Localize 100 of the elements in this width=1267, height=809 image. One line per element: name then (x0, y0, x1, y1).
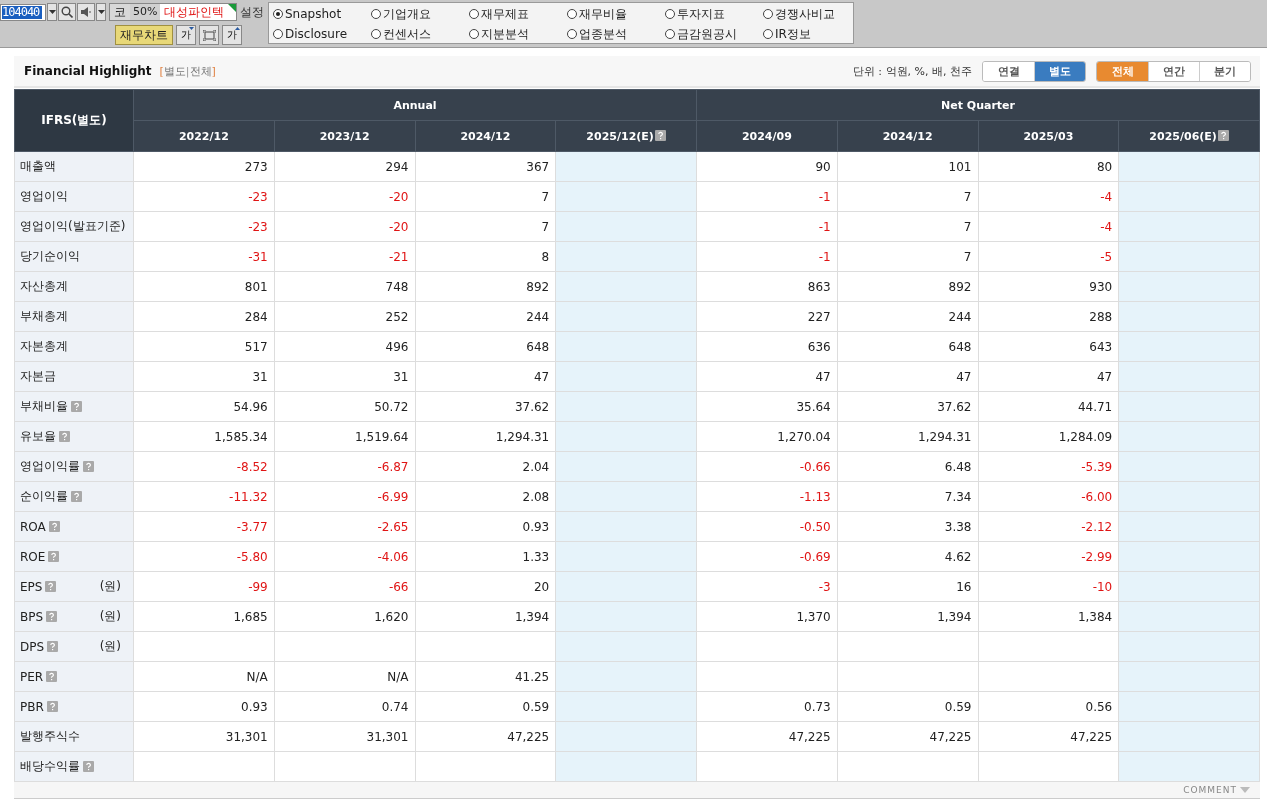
table-header-cell: 2024/12 (837, 120, 978, 152)
table-cell: -2.65 (274, 511, 415, 542)
table-cell: 7.34 (837, 481, 978, 512)
table-cell: 6.48 (837, 451, 978, 482)
font-large-label: 가 (227, 28, 237, 42)
table-cell: 284 (133, 301, 275, 332)
table-cell: 367 (415, 151, 556, 182)
table-cell: 1,585.34 (133, 421, 275, 452)
stock-code-field[interactable]: 104040 (0, 3, 46, 21)
table-cell: 1.33 (415, 541, 556, 572)
search-icon (61, 6, 73, 18)
radio-button[interactable] (371, 29, 381, 39)
menu-label[interactable]: Disclosure (285, 27, 347, 41)
table-cell: 2.08 (415, 481, 556, 512)
font-size-button[interactable]: 가 (222, 25, 242, 45)
table-cell: 37.62 (837, 391, 978, 422)
radio-button[interactable] (567, 9, 577, 19)
table-cell: -1 (696, 241, 838, 272)
menu-label[interactable]: IR정보 (775, 25, 811, 43)
menu-label[interactable]: 투자지표 (677, 5, 725, 23)
dropdown-button[interactable] (47, 3, 57, 21)
radio-button[interactable] (371, 9, 381, 19)
menu-label[interactable]: 금감원공시 (677, 25, 737, 43)
table-cell: -23 (133, 181, 275, 212)
table-cell: 54.96 (133, 391, 275, 422)
unit-label: (원) (99, 578, 121, 595)
basis-tab[interactable]: 연결 (983, 61, 1034, 81)
table-cell: 1,270.04 (696, 421, 838, 452)
radio-button[interactable] (273, 9, 283, 19)
table-cell: 16 (837, 571, 978, 602)
menu-label[interactable]: 업종분석 (579, 25, 627, 43)
radio-button[interactable] (469, 29, 479, 39)
table-cell: 101 (837, 151, 978, 182)
menu-label[interactable]: 재무비율 (579, 5, 627, 23)
table-cell: 0.74 (274, 691, 415, 722)
speaker-button[interactable] (77, 3, 95, 21)
table-cell: -23 (133, 211, 275, 242)
unit-label: (원) (99, 608, 121, 625)
table-cell: 47,225 (696, 721, 838, 752)
table-cell: 244 (415, 301, 556, 332)
table-cell: 1,284.09 (978, 421, 1119, 452)
radio-button[interactable] (469, 9, 479, 19)
row-label: 당기순이익 (20, 248, 80, 265)
table-cell: -6.99 (274, 481, 415, 512)
radio-button[interactable] (665, 29, 675, 39)
table-cell: 50.72 (274, 391, 415, 422)
radio-button[interactable] (567, 29, 577, 39)
period-tab[interactable]: 분기 (1199, 61, 1250, 81)
table-cell: -20 (274, 181, 415, 212)
table-cell: 0.59 (415, 691, 556, 722)
view-mode-label: [별도|전체] (159, 63, 216, 79)
row-label: 영업이익률 (20, 458, 80, 475)
help-icon (654, 129, 666, 141)
radio-button[interactable] (763, 9, 773, 19)
table-cell: N/A (133, 661, 275, 692)
menu-label[interactable]: 컨센서스 (383, 25, 431, 43)
table-cell: N/A (274, 661, 415, 692)
row-label: 유보율 (20, 428, 56, 445)
speaker-icon (80, 6, 92, 18)
menu-label[interactable]: 재무제표 (481, 5, 529, 23)
table-cell: -21 (274, 241, 415, 272)
table-cell: 4.62 (837, 541, 978, 572)
menu-label[interactable]: Snapshot (285, 7, 342, 21)
table-cell: 1,685 (133, 601, 275, 632)
table-header-cell: 2025/06(E) (1118, 120, 1260, 152)
caret-icon (189, 27, 194, 30)
radio-button[interactable] (273, 29, 283, 39)
menu-label[interactable]: 기업개요 (383, 5, 431, 23)
table-cell: -99 (133, 571, 275, 602)
row-label: PBR (20, 699, 44, 714)
table-cell: 863 (696, 271, 838, 302)
period-tab[interactable]: 연간 (1148, 61, 1199, 81)
table-cell: -3.77 (133, 511, 275, 542)
financial-chart-button[interactable]: 재무차트 (115, 25, 173, 45)
basis-tab[interactable]: 별도 (1034, 61, 1085, 81)
table-cell: 47 (415, 361, 556, 392)
table-cell: 1,620 (274, 601, 415, 632)
font-size-button[interactable]: 가 (176, 25, 196, 45)
table-cell: 496 (274, 331, 415, 362)
unit-label: 단위 : 억원, %, 배, 천주 (852, 63, 972, 79)
table-cell: -5.80 (133, 541, 275, 572)
fit-window-button[interactable] (199, 25, 219, 45)
search-button[interactable] (58, 3, 76, 21)
table-cell: 892 (837, 271, 978, 302)
font-small-label: 가 (181, 28, 191, 42)
dropdown-button[interactable] (96, 3, 106, 21)
table-cell: 41.25 (415, 661, 556, 692)
settings-label[interactable]: 설정 (240, 3, 264, 21)
table-cell: 44.71 (978, 391, 1119, 422)
market-label: 코 (110, 4, 130, 20)
row-label: 영업이익 (20, 188, 68, 205)
caret-icon (48, 10, 56, 14)
menu-label[interactable]: 지분분석 (481, 25, 529, 43)
table-cell: 47,225 (837, 721, 978, 752)
table-cell: -0.66 (696, 451, 838, 482)
radio-button[interactable] (665, 9, 675, 19)
radio-button[interactable] (763, 29, 773, 39)
unit-label: (원) (99, 638, 121, 655)
table-cell: -6.87 (274, 451, 415, 482)
menu-label[interactable]: 경쟁사비교 (775, 5, 835, 23)
